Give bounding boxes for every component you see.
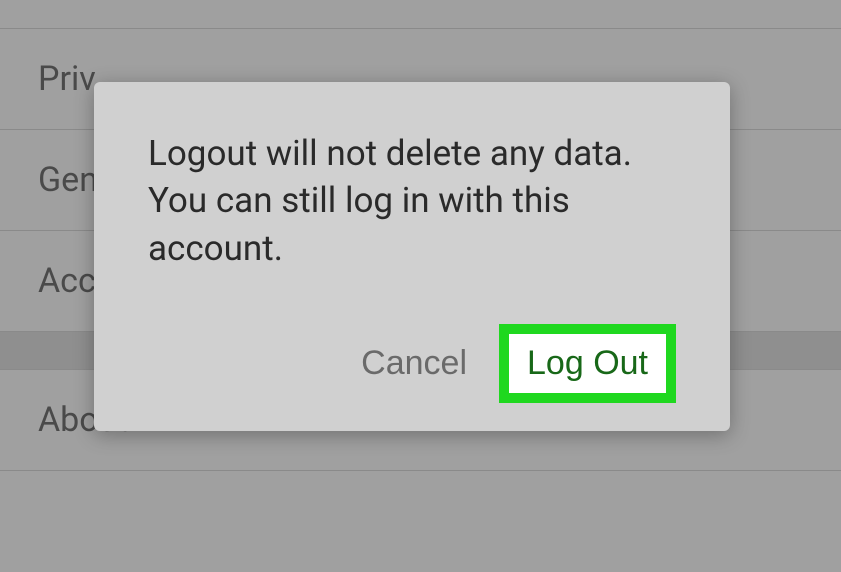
logout-button-highlight: Log Out: [499, 324, 676, 403]
logout-dialog: Logout will not delete any data. You can…: [94, 82, 730, 431]
dialog-actions: Cancel Log Out: [148, 324, 676, 403]
dialog-message: Logout will not delete any data. You can…: [148, 130, 676, 272]
logout-button[interactable]: Log Out: [509, 334, 666, 393]
cancel-button[interactable]: Cancel: [357, 336, 471, 391]
